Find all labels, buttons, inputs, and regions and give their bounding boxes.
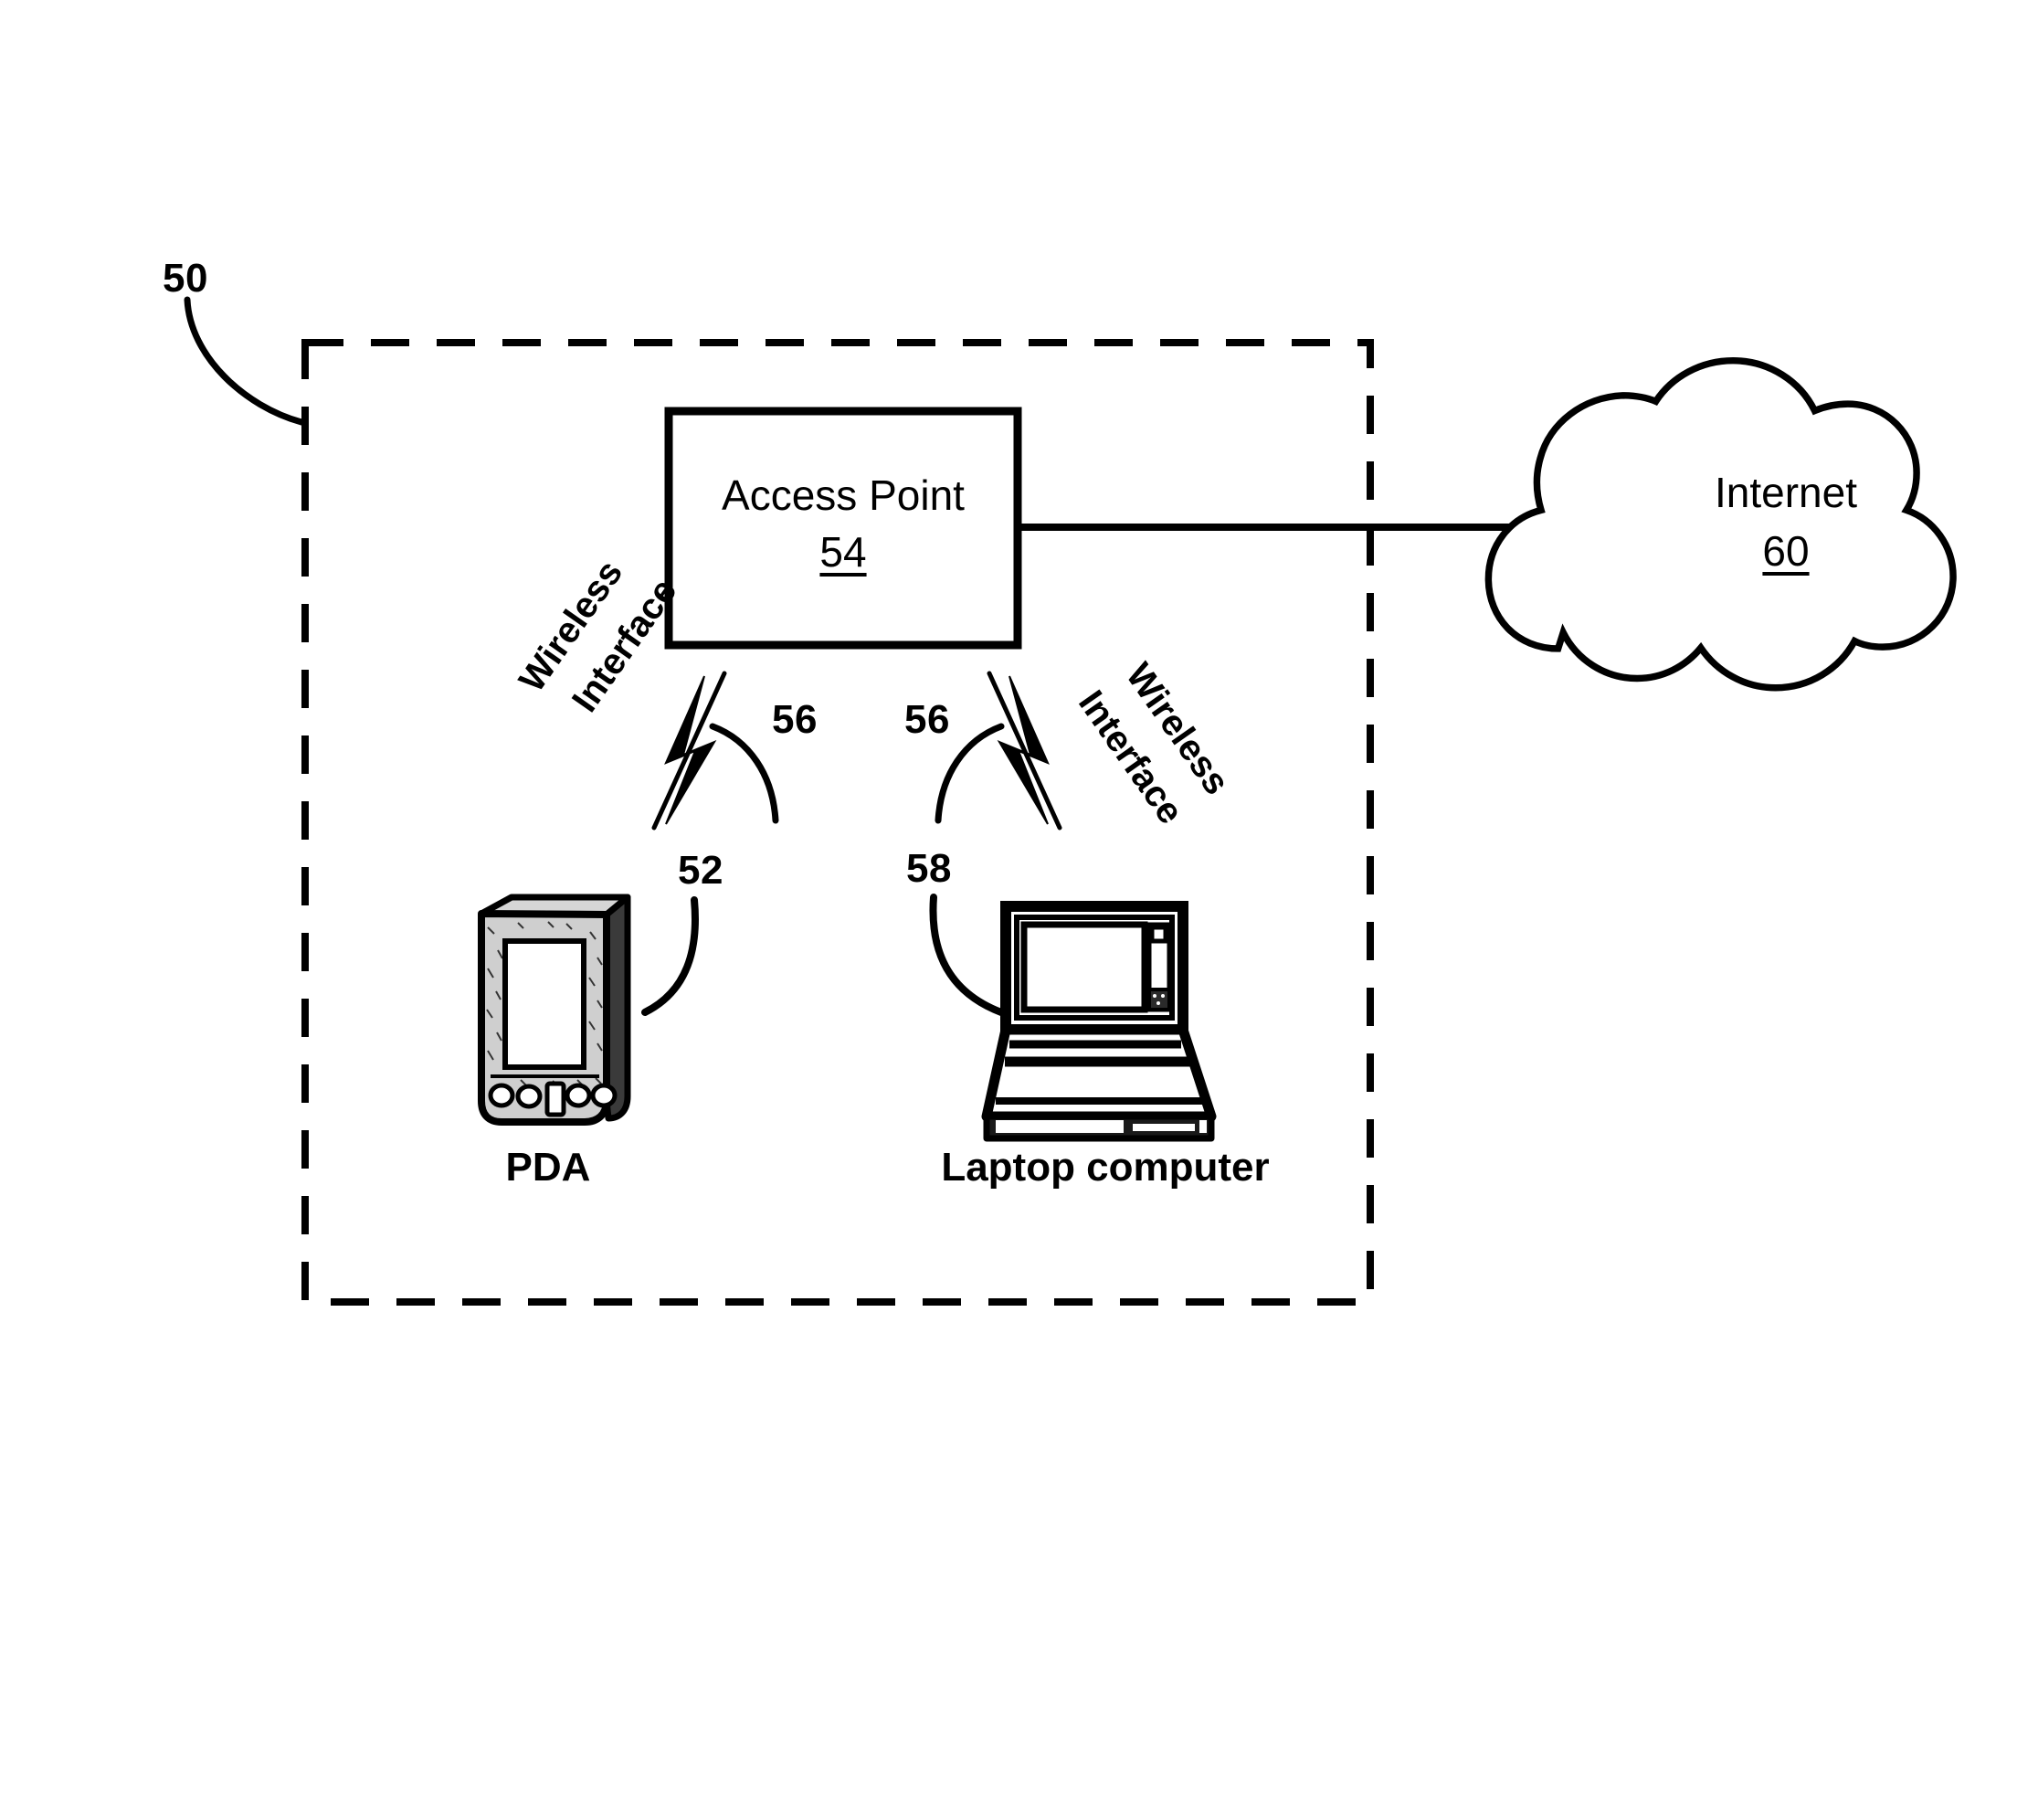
ref-numeral-56-right: 56	[904, 697, 950, 742]
ref-numeral-50: 50	[163, 256, 208, 301]
wireless-bolt-right	[987, 671, 1062, 831]
access-point-numeral: 54	[819, 528, 867, 576]
leader-line-58	[929, 894, 1005, 1016]
laptop-screen	[1020, 921, 1148, 1013]
internet-numeral: 60	[1762, 527, 1810, 575]
pda-button-1	[488, 1083, 515, 1108]
ref-numeral-52: 52	[678, 848, 723, 893]
pda-button-2	[515, 1084, 543, 1109]
diagram-vector-layer	[184, 296, 1957, 1306]
patent-figure: 50 Access Point 54 Internet 60 Wireless …	[0, 0, 2017, 1820]
leader-line-50	[184, 296, 305, 426]
ref-numeral-56-left: 56	[772, 697, 818, 742]
laptop-caption: Laptop computer	[941, 1145, 1270, 1190]
wireless-bolt-left	[651, 671, 727, 831]
internet-title: Internet	[1715, 469, 1857, 516]
pda-caption: PDA	[505, 1145, 591, 1190]
pda-center-button	[544, 1081, 566, 1117]
access-point-label-group: Access Point 54	[669, 471, 1018, 577]
leader-line-56-left	[709, 723, 779, 824]
leader-line-52	[641, 896, 699, 1016]
pda-button-3	[565, 1083, 592, 1108]
pda-button-4	[590, 1083, 618, 1108]
pda-device-illustration	[478, 894, 631, 1126]
access-point-title: Access Point	[722, 471, 965, 519]
ref-numeral-58: 58	[906, 846, 952, 891]
internet-label-group: Internet 60	[1672, 468, 1900, 576]
laptop-illustration	[981, 901, 1217, 1142]
